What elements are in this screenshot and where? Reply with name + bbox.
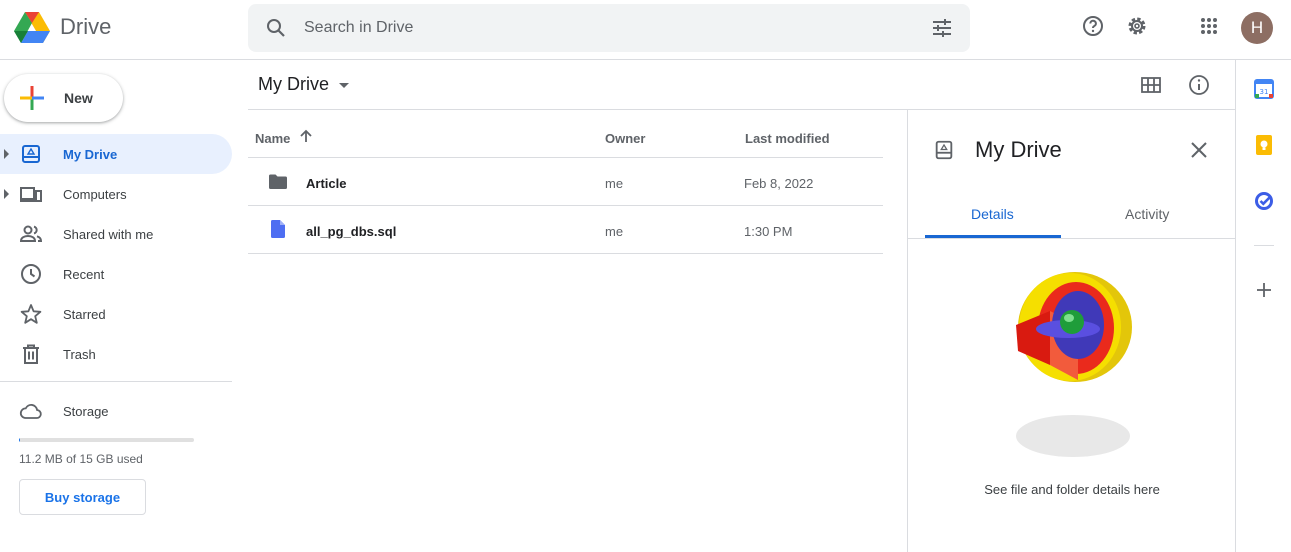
file-name: all_pg_dbs.sql xyxy=(306,224,397,239)
sidebar-item-computers[interactable]: Computers xyxy=(0,174,232,214)
storage-label: Storage xyxy=(63,404,109,419)
calendar-day: 31 xyxy=(1260,88,1269,96)
file-modified: 1:30 PM xyxy=(744,224,793,239)
close-icon[interactable] xyxy=(1187,138,1211,162)
column-header-modified[interactable]: Last modified xyxy=(745,131,830,146)
sidebar-item-label: Recent xyxy=(63,267,105,282)
search-icon[interactable] xyxy=(264,16,288,40)
grid-view-icon[interactable] xyxy=(1139,73,1163,97)
keep-icon[interactable] xyxy=(1254,135,1274,155)
document-icon xyxy=(271,220,285,238)
apps-grid-icon[interactable] xyxy=(1197,14,1221,38)
expand-arrow-icon[interactable] xyxy=(4,149,9,159)
sort-arrow-up-icon[interactable] xyxy=(299,129,313,143)
sidebar-divider xyxy=(0,381,232,382)
new-button-label: New xyxy=(64,90,93,106)
table-row[interactable]: all_pg_dbs.sql me 1:30 PM xyxy=(248,206,883,254)
drive-logo-icon[interactable] xyxy=(12,10,52,46)
my-drive-icon xyxy=(933,139,955,161)
sidebar-item-label: My Drive xyxy=(63,147,118,162)
info-icon[interactable] xyxy=(1187,73,1211,97)
storage-usage-text: 11.2 MB of 15 GB used xyxy=(19,452,143,466)
my-drive-icon xyxy=(19,142,43,166)
file-list: Name Owner Last modified Article me Feb … xyxy=(248,110,883,254)
help-icon[interactable] xyxy=(1081,14,1105,38)
rail-divider xyxy=(1254,245,1274,246)
computers-icon xyxy=(19,182,43,206)
file-modified: Feb 8, 2022 xyxy=(744,176,814,191)
plus-icon xyxy=(18,84,46,112)
tab-activity[interactable]: Activity xyxy=(1125,206,1169,222)
search-input[interactable] xyxy=(304,4,904,52)
add-addon-plus-icon[interactable] xyxy=(1254,280,1274,300)
sidebar-item-label: Computers xyxy=(63,187,127,202)
side-apps-rail: 31 xyxy=(1235,60,1291,552)
sidebar-item-label: Trash xyxy=(63,347,96,362)
sidebar-item-label: Shared with me xyxy=(63,227,154,242)
sidebar-item-my-drive[interactable]: My Drive xyxy=(0,134,232,174)
column-header-owner[interactable]: Owner xyxy=(605,131,645,146)
buy-storage-button[interactable]: Buy storage xyxy=(19,479,146,515)
settings-gear-icon[interactable] xyxy=(1125,14,1149,38)
expand-arrow-icon[interactable] xyxy=(4,189,9,199)
location-breadcrumb[interactable]: My Drive xyxy=(258,74,329,95)
tab-details[interactable]: Details xyxy=(971,206,1014,222)
file-owner: me xyxy=(605,224,624,239)
table-row[interactable]: Article me Feb 8, 2022 xyxy=(248,158,883,206)
search-bar[interactable] xyxy=(248,4,970,52)
details-tabs: Details Activity xyxy=(908,190,1236,239)
folder-icon xyxy=(268,172,288,192)
new-button[interactable]: New xyxy=(4,74,123,122)
sidebar-item-storage[interactable]: Storage xyxy=(0,391,232,431)
avatar[interactable]: H xyxy=(1241,12,1273,44)
sidebar-item-recent[interactable]: Recent xyxy=(0,254,232,294)
details-panel: My Drive Details Activity See file and f… xyxy=(907,110,1236,552)
people-icon xyxy=(19,222,43,246)
calendar-icon[interactable]: 31 xyxy=(1254,79,1274,99)
sidebar-item-starred[interactable]: Starred xyxy=(0,294,232,334)
trash-icon xyxy=(19,342,43,366)
file-owner: me xyxy=(605,176,624,191)
details-title: My Drive xyxy=(975,137,1062,162)
active-tab-indicator xyxy=(925,235,1061,238)
storage-progress-bar xyxy=(19,438,194,442)
app-name: Drive xyxy=(60,14,112,39)
column-header-name[interactable]: Name xyxy=(255,131,290,146)
sidebar-item-trash[interactable]: Trash xyxy=(0,334,232,374)
chevron-down-icon[interactable] xyxy=(339,83,349,88)
empty-state-illustration xyxy=(1008,265,1138,460)
search-options-icon[interactable] xyxy=(930,16,954,40)
list-header: Name Owner Last modified xyxy=(248,110,883,158)
clock-icon xyxy=(19,262,43,286)
star-icon xyxy=(19,302,43,326)
sidebar-item-shared-with-me[interactable]: Shared with me xyxy=(0,214,232,254)
cloud-icon xyxy=(19,399,43,423)
main-header: My Drive xyxy=(248,60,1235,110)
empty-state-text: See file and folder details here xyxy=(984,482,1160,497)
sidebar-item-label: Starred xyxy=(63,307,106,322)
file-name: Article xyxy=(306,176,347,191)
tasks-icon[interactable] xyxy=(1254,191,1274,211)
top-bar: Drive H xyxy=(0,0,1291,60)
